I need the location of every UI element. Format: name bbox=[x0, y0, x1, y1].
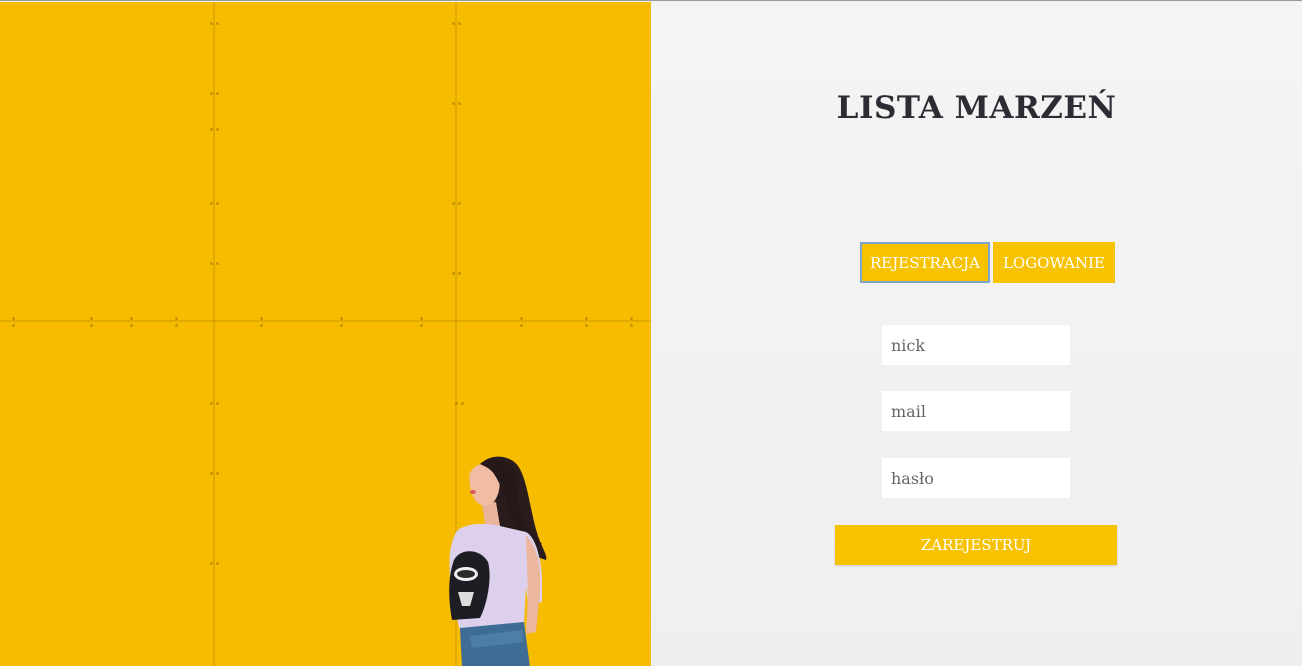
mail-field[interactable] bbox=[882, 391, 1070, 431]
register-button[interactable]: ZAREJESTRUJ bbox=[835, 525, 1117, 565]
hero-image bbox=[0, 2, 651, 666]
wall-seam bbox=[0, 320, 651, 322]
nick-field[interactable] bbox=[882, 325, 1070, 365]
tab-login[interactable]: LOGOWANIE bbox=[992, 242, 1115, 283]
password-field[interactable] bbox=[882, 458, 1070, 498]
app-title: LISTA MARZEŃ bbox=[836, 90, 1117, 126]
auth-panel: LISTA MARZEŃ REJESTRACJA LOGOWANIE ZAREJ… bbox=[651, 2, 1302, 666]
wall-seam bbox=[213, 2, 215, 666]
tab-register[interactable]: REJESTRACJA bbox=[860, 242, 990, 283]
auth-tabs: REJESTRACJA LOGOWANIE bbox=[860, 242, 1115, 283]
woman-figure bbox=[449, 456, 547, 666]
